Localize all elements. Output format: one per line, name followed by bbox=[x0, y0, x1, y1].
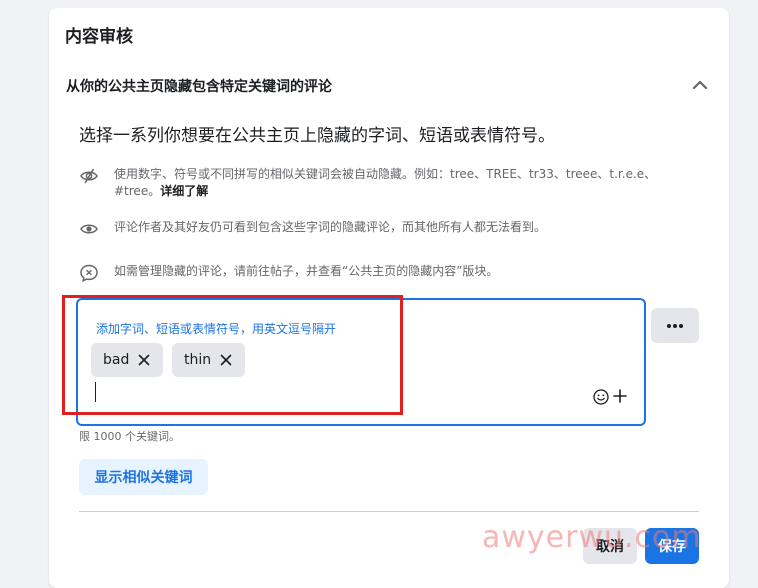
save-button[interactable]: 保存 bbox=[645, 528, 699, 564]
chevron-up-icon[interactable] bbox=[689, 74, 711, 96]
more-options-button[interactable] bbox=[651, 308, 699, 343]
learn-more-link[interactable]: 详细了解 bbox=[160, 184, 208, 198]
keyword-chip-label: bad bbox=[103, 352, 130, 368]
more-icon bbox=[667, 323, 683, 328]
close-icon[interactable] bbox=[138, 354, 150, 366]
show-similar-keywords-button[interactable]: 显示相似关键词 bbox=[79, 459, 208, 495]
eye-slash-icon bbox=[80, 168, 98, 184]
comment-x-icon bbox=[80, 264, 98, 283]
close-icon[interactable] bbox=[220, 354, 232, 366]
info-manage-text: 如需管理隐藏的评论，请前往帖子，并查看“公共主页的隐藏内容”版块。 bbox=[114, 264, 499, 278]
keyword-chip-label: thin bbox=[184, 352, 212, 368]
keyword-chip-thin: thin bbox=[172, 343, 245, 377]
keywords-placeholder: 添加字词、短语或表情符号，用英文逗号隔开 bbox=[96, 322, 337, 336]
emoji-icon[interactable] bbox=[593, 389, 609, 405]
section-title: 从你的公共主页隐藏包含特定关键词的评论 bbox=[66, 79, 332, 95]
info-visibility-text: 评论作者及其好友仍可看到包含这些字词的隐藏评论，而其他所有人都无法看到。 bbox=[114, 220, 547, 234]
keywords-input[interactable]: 添加字词、短语或表情符号，用英文逗号隔开 bad thin bbox=[76, 298, 646, 426]
eye-icon bbox=[80, 224, 98, 234]
divider bbox=[79, 511, 699, 512]
content-moderation-card: 内容审核 从你的公共主页隐藏包含特定关键词的评论 选择一系列你想要在公共主页上隐… bbox=[49, 8, 729, 588]
cancel-button[interactable]: 取消 bbox=[583, 528, 637, 564]
plus-icon[interactable] bbox=[613, 389, 627, 403]
card-title: 内容审核 bbox=[65, 27, 133, 47]
text-cursor bbox=[95, 382, 96, 402]
keyword-chip-bad: bad bbox=[91, 343, 163, 377]
section-description: 选择一系列你想要在公共主页上隐藏的字词、短语或表情符号。 bbox=[79, 126, 555, 146]
keyword-limit-text: 限 1000 个关键词。 bbox=[79, 430, 180, 443]
